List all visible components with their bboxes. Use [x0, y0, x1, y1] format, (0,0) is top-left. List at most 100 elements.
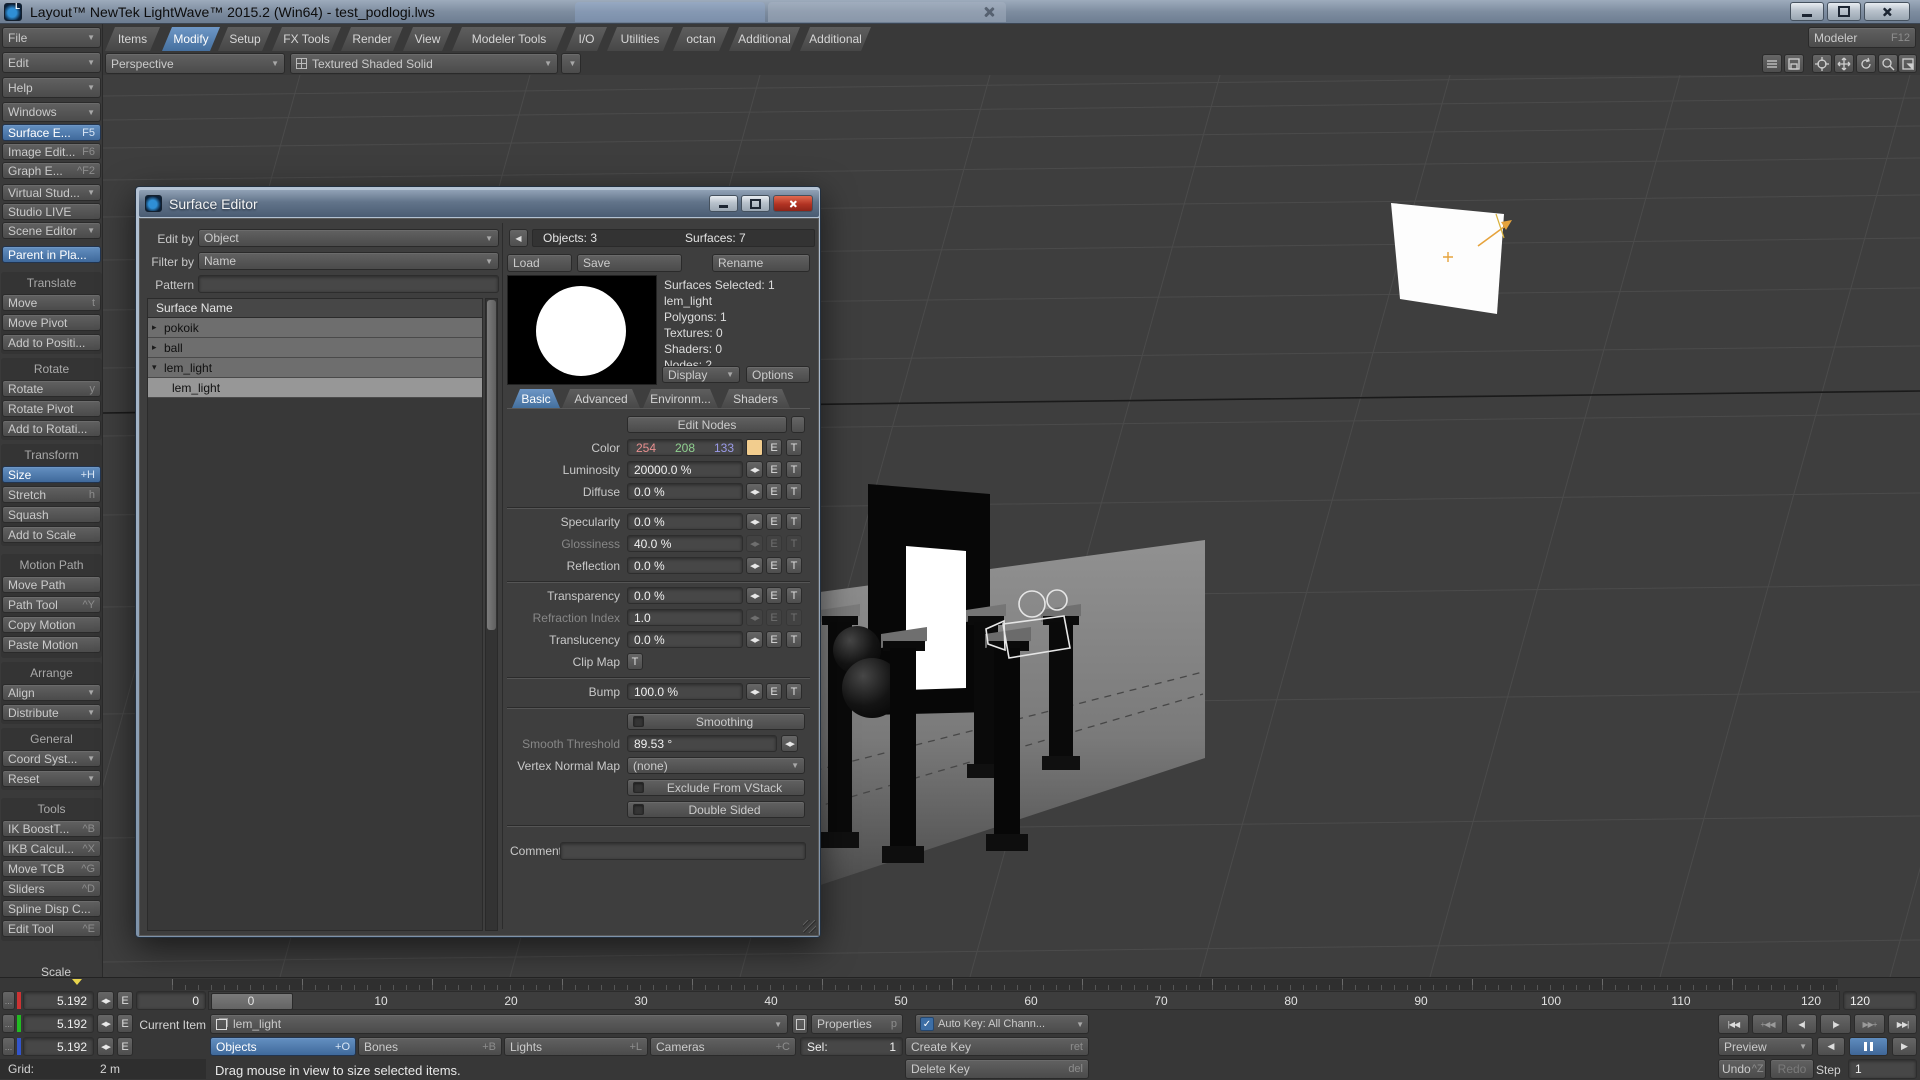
luminosity-slider[interactable]: ◀▶ [746, 461, 763, 478]
dialog-minimize-button[interactable] [709, 195, 738, 212]
surface-list-row-pokoik[interactable]: ▸pokoik [148, 318, 482, 338]
viewport-options-dropdown[interactable]: ▼ [561, 53, 581, 74]
sidebar-item-squash[interactable]: Squash [2, 506, 101, 523]
sidebar-item-coord-system[interactable]: Coord Syst...▼ [2, 750, 101, 767]
sidebar-item-move-tcb[interactable]: Move TCB^G [2, 860, 101, 877]
surface-list-row-lem-light[interactable]: ▾lem_light [148, 358, 482, 378]
end-frame-field[interactable]: 120 [1843, 991, 1917, 1010]
next-frame-button[interactable]: |▶ [1820, 1014, 1851, 1034]
rename-button[interactable]: Rename [712, 254, 810, 272]
sidebar-item-surface-editor[interactable]: Surface E...F5 [2, 124, 101, 141]
bump-slider[interactable]: ◀▶ [746, 683, 763, 700]
category-objects-button[interactable]: Objects+O [210, 1037, 356, 1056]
reflection-field[interactable]: 0.0 % [627, 557, 743, 574]
delete-key-button[interactable]: Delete Keydel [905, 1059, 1089, 1079]
sidebar-item-paste-motion[interactable]: Paste Motion [2, 636, 101, 653]
properties-button[interactable]: Propertiesp [811, 1014, 903, 1034]
scale-y-field[interactable]: 5.192 [23, 1014, 94, 1033]
sidebar-item-ik-boost[interactable]: IK BoostT...^B [2, 820, 101, 837]
scale-z-slider[interactable]: ◀▶ [97, 1037, 114, 1056]
scale-x-field[interactable]: 5.192 [23, 991, 94, 1010]
help-menu[interactable]: Help▼ [2, 77, 101, 98]
tab-advanced[interactable]: Advanced [562, 389, 640, 408]
surface-editor-title-bar[interactable]: Surface Editor [139, 190, 819, 217]
scale-z-field[interactable]: 5.192 [23, 1037, 94, 1056]
color-texture-button[interactable]: T [786, 439, 802, 456]
prev-frame-button[interactable]: ◀| [1786, 1014, 1817, 1034]
sidebar-item-align[interactable]: Align▼ [2, 684, 101, 701]
surface-list-row-lem-light-surface[interactable]: lem_light [148, 378, 482, 398]
prev-key-button[interactable]: +◀◀ [1752, 1014, 1783, 1034]
sidebar-item-add-to-scale[interactable]: Add to Scale [2, 526, 101, 543]
sidebar-item-move-pivot[interactable]: Move Pivot [2, 314, 101, 331]
current-item-dropdown[interactable]: lem_light ▼ [210, 1014, 788, 1034]
sidebar-item-path-tool[interactable]: Path Tool^Y [2, 596, 101, 613]
shading-mode-dropdown[interactable]: Textured Shaded Solid▼ [290, 53, 558, 74]
refraction-slider[interactable]: ◀▶ [746, 609, 763, 626]
scale-z-options-button[interactable]: ... [2, 1037, 15, 1056]
step-field[interactable]: 1 [1848, 1059, 1917, 1079]
sidebar-item-copy-motion[interactable]: Copy Motion [2, 616, 101, 633]
save-view-button[interactable] [1784, 54, 1804, 73]
reflection-slider[interactable]: ◀▶ [746, 557, 763, 574]
smooth-threshold-slider[interactable]: ◀▶ [781, 735, 798, 752]
zoom-view-button[interactable] [1878, 54, 1898, 73]
color-swatch[interactable] [746, 439, 763, 456]
reflection-envelope-button[interactable]: E [766, 557, 782, 574]
scale-x-options-button[interactable]: ... [2, 991, 15, 1010]
edit-nodes-toggle[interactable] [791, 416, 805, 433]
reflection-texture-button[interactable]: T [786, 557, 802, 574]
menu-tab-additional-1[interactable]: Additional [729, 27, 800, 51]
display-dropdown[interactable]: Display▼ [662, 366, 740, 383]
sidebar-item-size[interactable]: Size+H [2, 466, 101, 483]
refraction-index-field[interactable]: 1.0 [627, 609, 743, 626]
go-last-frame-button[interactable]: ▶▶| [1888, 1014, 1917, 1034]
create-key-button[interactable]: Create Keyret [905, 1037, 1089, 1056]
scale-x-envelope-button[interactable]: E [117, 991, 133, 1010]
color-values[interactable]: 254 208 133 [627, 439, 743, 456]
close-button[interactable] [1864, 2, 1910, 21]
go-first-frame-button[interactable]: |◀◀ [1718, 1014, 1749, 1034]
edit-menu[interactable]: Edit▼ [2, 52, 101, 73]
sidebar-item-studio-live[interactable]: Studio LIVE [2, 203, 101, 220]
edit-nodes-button[interactable]: Edit Nodes [627, 416, 787, 433]
file-menu[interactable]: File▼ [2, 27, 101, 48]
sidebar-item-spline-displacement[interactable]: Spline Disp C... [2, 900, 101, 917]
diffuse-texture-button[interactable]: T [786, 483, 802, 500]
menu-tab-utilities[interactable]: Utilities [607, 27, 673, 51]
diffuse-slider[interactable]: ◀▶ [746, 483, 763, 500]
specularity-slider[interactable]: ◀▶ [746, 513, 763, 530]
luminosity-envelope-button[interactable]: E [766, 461, 782, 478]
sidebar-item-edit-tool[interactable]: Edit Tool^E [2, 920, 101, 937]
menu-tab-fx-tools[interactable]: FX Tools [272, 27, 341, 51]
tab-shaders[interactable]: Shaders [721, 389, 790, 408]
preview-dropdown[interactable]: Preview▼ [1718, 1037, 1813, 1056]
menu-tab-additional-2[interactable]: Additional [800, 27, 871, 51]
windows-menu[interactable]: Windows▼ [2, 102, 101, 122]
sidebar-item-move-path[interactable]: Move Path [2, 576, 101, 593]
surface-list-row-ball[interactable]: ▸ball [148, 338, 482, 358]
category-cameras-button[interactable]: Cameras+C [650, 1037, 796, 1056]
save-button[interactable]: Save [577, 254, 682, 272]
translucency-envelope-button[interactable]: E [766, 631, 782, 648]
pause-button[interactable] [1849, 1037, 1888, 1056]
scale-y-envelope-button[interactable]: E [117, 1014, 133, 1033]
transparency-field[interactable]: 0.0 % [627, 587, 743, 604]
sidebar-item-stretch[interactable]: Stretchh [2, 486, 101, 503]
edit-by-dropdown[interactable]: Object▼ [198, 229, 499, 247]
sidebar-item-parent-in-place[interactable]: Parent in Pla... [2, 246, 101, 263]
sidebar-item-rotate[interactable]: Rotatey [2, 380, 101, 397]
translucency-field[interactable]: 0.0 % [627, 631, 743, 648]
sidebar-item-add-to-position[interactable]: Add to Positi... [2, 334, 101, 351]
minimize-button[interactable] [1790, 2, 1824, 21]
menu-tab-modify[interactable]: Modify [162, 27, 220, 51]
restore-button[interactable] [1827, 2, 1861, 21]
scale-y-slider[interactable]: ◀▶ [97, 1014, 114, 1033]
sidebar-item-graph-editor[interactable]: Graph E...^F2 [2, 162, 101, 179]
scale-y-options-button[interactable]: ... [2, 1014, 15, 1033]
sidebar-item-virtual-studio[interactable]: Virtual Stud...▼ [2, 184, 101, 201]
play-reverse-button[interactable]: ◀ [1817, 1037, 1845, 1056]
clip-map-texture-button[interactable]: T [627, 653, 643, 670]
transparency-slider[interactable]: ◀▶ [746, 587, 763, 604]
specularity-field[interactable]: 0.0 % [627, 513, 743, 530]
